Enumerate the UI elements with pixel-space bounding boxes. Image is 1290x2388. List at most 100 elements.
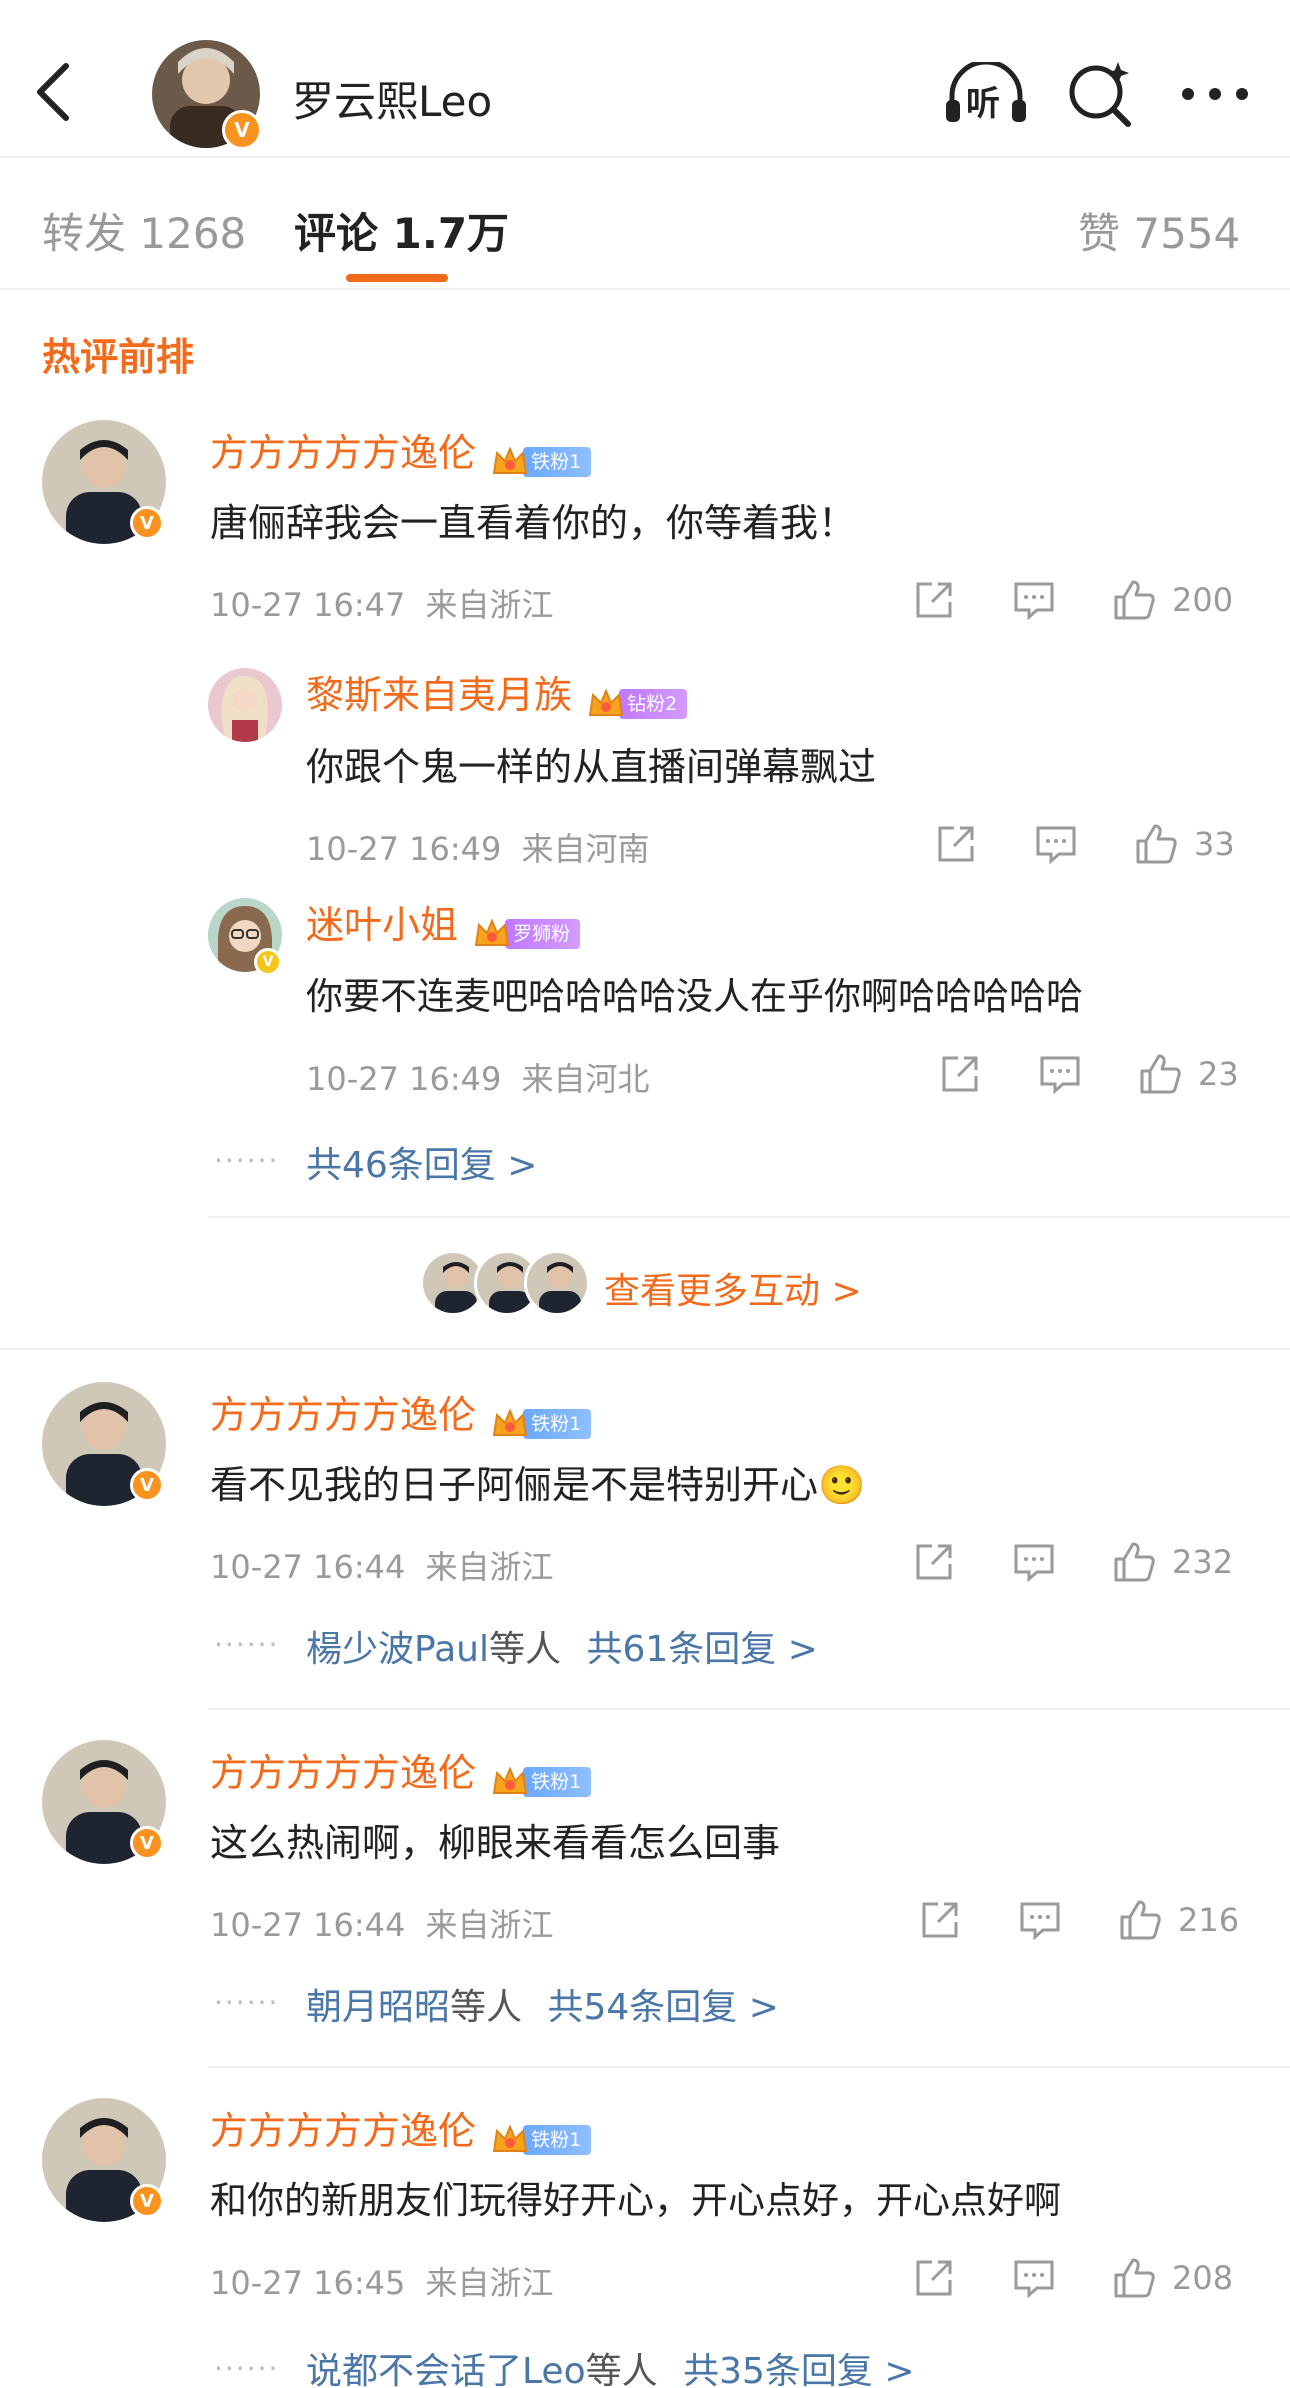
reply-icon[interactable]: [1012, 2256, 1056, 2300]
fan-badge: 铁粉1: [491, 2123, 592, 2157]
share-icon[interactable]: [912, 2256, 956, 2300]
reply-meta: 10-27 16:49 来自河北: [306, 1054, 650, 1100]
comment-time: 10-27 16:44: [210, 1548, 406, 1586]
replier-name[interactable]: 迷叶小姐: [306, 903, 458, 947]
comment-location: 来自浙江: [425, 1548, 554, 1586]
view-replies-link[interactable]: 朝月昭昭等人 共54条回复 >: [306, 1978, 779, 2030]
comment-time: 10-27 16:45: [210, 2264, 406, 2302]
back-icon[interactable]: [30, 60, 80, 124]
section-title: 热评前排: [42, 335, 195, 379]
fan-badge-label: 铁粉1: [523, 1766, 592, 1797]
comment-meta: 10-27 16:45 来自浙江: [210, 2258, 554, 2304]
like-icon[interactable]: [1134, 822, 1178, 866]
tab-repost-count: 1268: [139, 209, 247, 258]
reply-icon[interactable]: [1012, 1540, 1056, 1584]
commenter-name[interactable]: 方方方方方逸伦: [210, 1751, 476, 1795]
tab-comments-count: 1.7万: [392, 209, 510, 258]
reply-location: 来自河南: [521, 830, 650, 868]
view-thread-replies-link[interactable]: 共46条回复 >: [306, 1136, 537, 1188]
fan-badge-label: 铁粉1: [523, 2124, 592, 2155]
crown-icon: [491, 445, 529, 479]
crown-icon: [491, 1765, 529, 1799]
commenter-name-row: 方方方方方逸伦 铁粉1: [210, 1384, 592, 1441]
replier-avatar[interactable]: [208, 668, 282, 742]
fan-badge-label: 铁粉1: [523, 446, 592, 477]
verified-badge-icon: V: [130, 1826, 164, 1860]
divider: [0, 1348, 1290, 1350]
comment-time: 10-27 16:44: [210, 1906, 406, 1944]
reply-actions: 23: [938, 1052, 1239, 1096]
reply-icon[interactable]: [1034, 822, 1078, 866]
comment-location: 来自浙江: [425, 2264, 554, 2302]
replier-name[interactable]: 黎斯来自夷月族: [306, 673, 572, 717]
view-replies-link[interactable]: 楊少波Paul等人 共61条回复 >: [306, 1620, 818, 1672]
crown-icon: [473, 917, 511, 951]
like-icon[interactable]: [1112, 2256, 1156, 2300]
comment-meta: 10-27 16:44 来自浙江: [210, 1542, 554, 1588]
replier-name-row: 黎斯来自夷月族 钻粉2: [306, 664, 688, 721]
comment-time: 10-27 16:47: [210, 586, 406, 624]
comment-meta: 10-27 16:44 来自浙江: [210, 1900, 554, 1946]
share-icon[interactable]: [918, 1898, 962, 1942]
comment-text: 看不见我的日子阿俪是不是特别开心🙂: [210, 1463, 866, 1507]
reply-time: 10-27 16:49: [306, 1060, 502, 1098]
reply-users-suffix: 等人: [585, 2351, 658, 2388]
comment-actions: 232: [912, 1540, 1233, 1584]
tab-repost-label: 转发: [42, 209, 127, 258]
reply-users: 说都不会话了Leo: [306, 2351, 586, 2388]
share-icon[interactable]: [912, 578, 956, 622]
comment-location: 来自浙江: [425, 586, 554, 624]
fan-badge-label: 铁粉1: [523, 1408, 592, 1439]
divider: [208, 1216, 1290, 1218]
commenter-name[interactable]: 方方方方方逸伦: [210, 2109, 476, 2153]
listen-headphones-icon[interactable]: 听: [944, 59, 1028, 126]
like-icon[interactable]: [1118, 1898, 1162, 1942]
tab-comments-label: 评论: [294, 209, 379, 258]
reply-count: 共35条回复 >: [683, 2351, 915, 2388]
like-icon[interactable]: [1112, 578, 1156, 622]
commenter-name[interactable]: 方方方方方逸伦: [210, 1393, 476, 1437]
reply-icon[interactable]: [1012, 578, 1056, 622]
search-sparkle-icon[interactable]: [1066, 60, 1136, 130]
comment-meta: 10-27 16:47 来自浙江: [210, 580, 554, 626]
reply-users-suffix: 等人: [488, 1629, 561, 1670]
comment-actions: 200: [912, 578, 1233, 622]
reply-text: 你要不连麦吧哈哈哈哈没人在乎你啊哈哈哈哈哈: [306, 975, 1083, 1018]
share-icon[interactable]: [938, 1052, 982, 1096]
comment-text: 这么热闹啊，柳眼来看看怎么回事: [210, 1821, 781, 1865]
like-icon[interactable]: [1138, 1052, 1182, 1096]
reply-meta: 10-27 16:49 来自河南: [306, 824, 650, 870]
thread-dots: ······: [214, 1144, 280, 1177]
like-count: 216: [1178, 1901, 1240, 1939]
like-count: 232: [1172, 1543, 1234, 1581]
tab-likes[interactable]: 赞 7554: [1078, 200, 1240, 261]
view-replies-link[interactable]: 说都不会话了Leo等人 共35条回复 >: [306, 2342, 915, 2388]
divider: [208, 2066, 1290, 2068]
commenter-name[interactable]: 方方方方方逸伦: [210, 431, 476, 475]
reply-icon[interactable]: [1038, 1052, 1082, 1096]
commenter-name-row: 方方方方方逸伦 铁粉1: [210, 2100, 592, 2157]
reply-count: 共61条回复 >: [586, 1629, 818, 1670]
comment-actions: 216: [918, 1898, 1239, 1942]
like-count: 208: [1172, 2259, 1234, 2297]
divider: [208, 1708, 1290, 1710]
verified-badge-icon: V: [222, 110, 262, 150]
page-title: 罗云熙Leo: [292, 77, 493, 126]
like-count: 23: [1198, 1055, 1239, 1093]
reply-users-suffix: 等人: [450, 1987, 523, 2028]
verified-badge-icon: V: [130, 506, 164, 540]
share-icon[interactable]: [912, 1540, 956, 1584]
tab-bar: 转发 1268 评论 1.7万 赞 7554: [0, 160, 1290, 290]
like-icon[interactable]: [1112, 1540, 1156, 1584]
more-options-icon[interactable]: [1180, 84, 1250, 104]
tab-repost[interactable]: 转发 1268: [42, 200, 246, 261]
reply-users: 楊少波Paul: [306, 1629, 489, 1670]
tab-comments[interactable]: 评论 1.7万: [294, 200, 509, 261]
verified-badge-icon: V: [130, 2184, 164, 2218]
replier-name-row: 迷叶小姐 罗狮粉: [306, 894, 581, 951]
crown-icon: [491, 1407, 529, 1441]
reply-icon[interactable]: [1018, 1898, 1062, 1942]
share-icon[interactable]: [934, 822, 978, 866]
reply-time: 10-27 16:49: [306, 830, 502, 868]
reply-actions: 33: [934, 822, 1235, 866]
